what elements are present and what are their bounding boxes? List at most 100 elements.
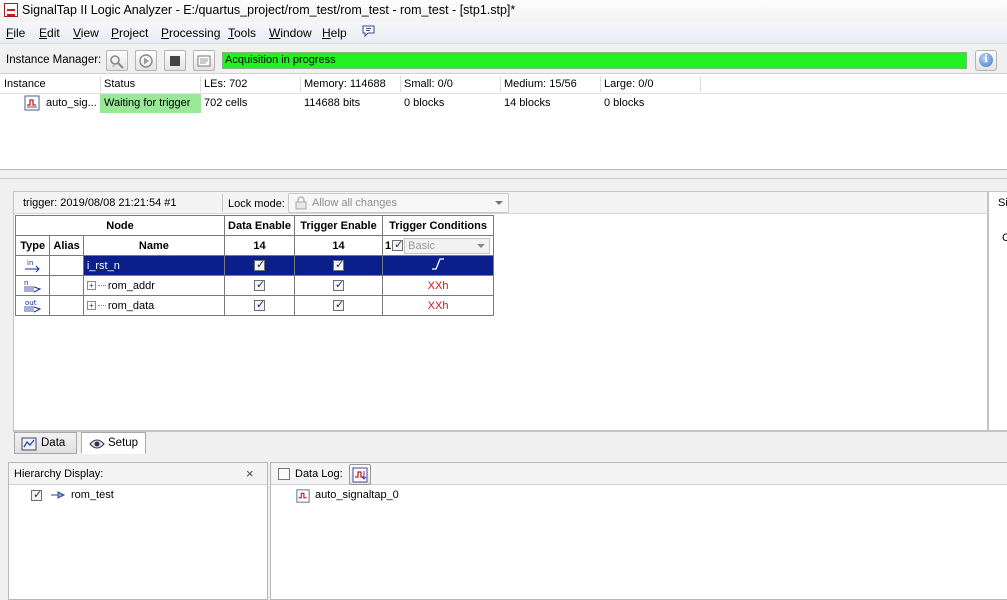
signaltap-instance-icon — [24, 95, 40, 111]
instance-table-header: Instance Status LEs: 702 Memory: 114688 … — [0, 74, 1007, 94]
svg-text:out: out — [25, 299, 37, 307]
instance-small: 0 blocks — [404, 97, 445, 109]
expand-icon[interactable]: + — [86, 301, 96, 311]
trigger-info: trigger: 2019/08/08 21:21:54 #1 — [23, 197, 177, 209]
col-status[interactable]: Status — [104, 78, 135, 90]
output-bus-icon: out — [23, 299, 41, 312]
col-small[interactable]: Small: 0/0 — [404, 78, 453, 90]
node-name-cell[interactable]: + rom_data — [82, 295, 226, 316]
data-enable-cell[interactable] — [224, 255, 295, 276]
header-type: Type — [14, 235, 51, 256]
menu-help[interactable]: Help — [322, 26, 347, 40]
node-name: rom_addr — [107, 279, 155, 292]
acquisition-status-bar: Acquisition in progress — [222, 52, 967, 69]
menu-tools[interactable]: Tools — [228, 26, 256, 40]
data-enable-cell[interactable] — [224, 295, 295, 316]
node-name[interactable]: i_rst_n — [82, 255, 226, 276]
trigger-enable-cell[interactable] — [294, 295, 383, 316]
menu-processing[interactable]: Processing — [161, 26, 220, 40]
trigger-condition-cell[interactable] — [381, 255, 495, 276]
col-les[interactable]: LEs: 702 — [204, 78, 247, 90]
autorun-analysis-button[interactable] — [106, 50, 128, 71]
menu-bar: File Edit View Project Processing Tools … — [0, 22, 1007, 44]
tab-data[interactable]: Data — [14, 432, 77, 454]
data-enable-checkbox[interactable] — [254, 258, 265, 272]
hierarchy-item-rom-test[interactable]: rom_test — [71, 489, 114, 501]
trigger-condition-value[interactable]: XXh — [381, 295, 495, 316]
expand-icon[interactable]: + — [86, 281, 96, 291]
setup-view-icon — [89, 439, 105, 449]
stop-analysis-button[interactable] — [164, 50, 186, 71]
trigger-cond-index: 1 — [385, 239, 392, 252]
info-button[interactable]: i — [975, 50, 997, 71]
data-log-button[interactable] — [349, 464, 371, 485]
col-large[interactable]: Large: 0/0 — [604, 78, 654, 90]
header-trigger-conditions: Trigger Conditions — [381, 215, 495, 236]
menu-project[interactable]: Project — [111, 26, 148, 40]
data-log-icon — [352, 467, 368, 483]
autorun-analysis-icon — [110, 55, 124, 69]
tab-setup[interactable]: Setup — [81, 432, 146, 454]
node-name-cell[interactable]: + rom_addr — [82, 275, 226, 296]
info-icon: i — [979, 53, 993, 67]
data-enable-checkbox[interactable] — [254, 278, 265, 292]
right-pane-signal-config: Si C — [988, 191, 1007, 431]
table-row[interactable]: in i_rst_n — [14, 255, 495, 276]
menu-file[interactable]: File — [6, 26, 25, 40]
col-memory[interactable]: Memory: 114688 — [304, 78, 386, 90]
col-medium[interactable]: Medium: 15/56 — [504, 78, 577, 90]
rising-edge-icon — [432, 258, 445, 270]
data-enable-cell[interactable] — [224, 275, 295, 296]
signaltap-app-icon — [4, 3, 18, 17]
col-instance[interactable]: Instance — [4, 78, 46, 90]
alias-cell[interactable] — [49, 275, 84, 296]
data-log-label: Data Log: — [295, 468, 343, 480]
trigger-enable-cell[interactable] — [294, 275, 383, 296]
trigger-mode-value: Basic — [408, 239, 436, 252]
hierarchy-checkbox[interactable] — [31, 488, 42, 501]
signaltap-instance-icon — [296, 489, 310, 503]
type-cell: in — [14, 255, 51, 276]
alias-cell[interactable] — [49, 295, 84, 316]
instance-name[interactable]: auto_sig... — [46, 97, 97, 109]
trigger-condition-value[interactable]: XXh — [381, 275, 495, 296]
table-row[interactable]: out + rom_data XXh — [14, 295, 495, 316]
data-enable-checkbox[interactable] — [254, 298, 265, 312]
trigger-separator — [222, 194, 223, 212]
trigger-mode-select[interactable]: Basic — [404, 237, 491, 254]
header-trigger-enable: Trigger Enable — [294, 215, 383, 236]
data-log-checkbox[interactable] — [278, 468, 290, 480]
table-row[interactable]: n + rom_addr XXh — [14, 275, 495, 296]
header-data-enable: Data Enable — [224, 215, 295, 236]
data-view-icon — [21, 437, 37, 451]
node-name: rom_data — [107, 299, 155, 312]
title-bar: SignalTap II Logic Analyzer - E:/quartus… — [0, 0, 1007, 22]
close-icon[interactable]: × — [246, 466, 254, 481]
trigger-enable-count: 14 — [294, 235, 383, 256]
lock-mode-label: Lock mode: — [228, 198, 285, 210]
run-analysis-button[interactable] — [135, 50, 157, 71]
menu-window[interactable]: Window — [269, 26, 312, 40]
data-log-item[interactable]: auto_signaltap_0 — [315, 489, 399, 501]
read-data-button[interactable] — [193, 50, 215, 71]
bus-node-icon: n — [23, 279, 41, 292]
chevron-down-icon — [495, 201, 503, 205]
instance-status: Waiting for trigger — [104, 97, 191, 109]
input-pin-icon: in — [24, 259, 40, 272]
right-pane-label: C — [1002, 232, 1007, 244]
lock-mode-select[interactable]: Allow all changes — [288, 193, 509, 213]
alias-cell[interactable] — [49, 255, 84, 276]
lock-mode-value: Allow all changes — [312, 197, 397, 209]
header-name[interactable]: Name — [82, 235, 226, 256]
svg-text:in: in — [27, 259, 33, 267]
trigger-cond-checkbox[interactable] — [392, 238, 403, 251]
menu-view[interactable]: View — [73, 26, 99, 40]
trigger-enable-cell[interactable] — [294, 255, 383, 276]
tab-setup-label: Setup — [108, 437, 139, 449]
header-alias: Alias — [49, 235, 84, 256]
whats-this-icon[interactable] — [361, 25, 377, 39]
trigger-enable-checkbox[interactable] — [333, 298, 344, 312]
menu-edit[interactable]: Edit — [39, 26, 60, 40]
trigger-enable-checkbox[interactable] — [333, 258, 344, 272]
trigger-enable-checkbox[interactable] — [333, 278, 344, 292]
